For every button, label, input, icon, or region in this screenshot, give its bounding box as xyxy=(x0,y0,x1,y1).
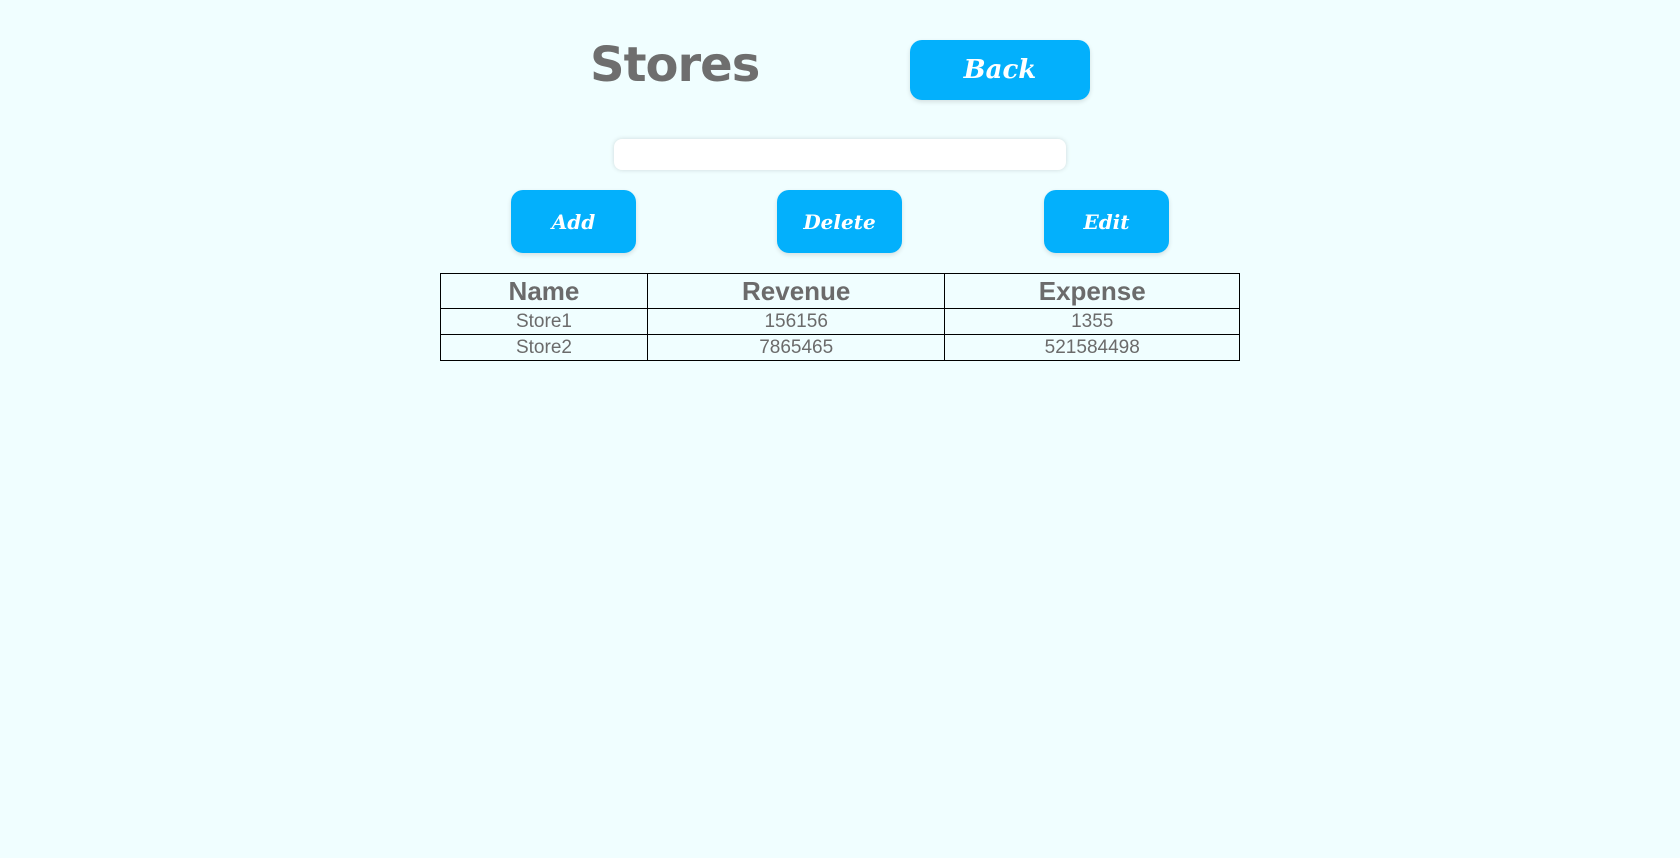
cell-name: Store1 xyxy=(440,308,648,335)
cell-revenue: 156156 xyxy=(646,308,946,335)
add-button[interactable]: Add xyxy=(511,190,636,253)
back-button[interactable]: Back xyxy=(910,40,1090,100)
search-input[interactable] xyxy=(614,139,1066,170)
column-header-revenue: Revenue xyxy=(646,273,946,309)
column-header-expense: Expense xyxy=(944,273,1240,309)
cell-expense: 1355 xyxy=(944,308,1240,335)
cell-revenue: 7865465 xyxy=(646,334,946,361)
page-title: Stores xyxy=(590,37,760,93)
stores-table: Name Revenue Expense Store1 156156 1355 … xyxy=(440,273,1240,361)
table-row[interactable]: Store2 7865465 521584498 xyxy=(440,334,1240,361)
column-header-name: Name xyxy=(440,273,648,309)
table-header-row: Name Revenue Expense xyxy=(440,273,1240,309)
cell-name: Store2 xyxy=(440,334,648,361)
edit-button[interactable]: Edit xyxy=(1044,190,1169,253)
delete-button[interactable]: Delete xyxy=(777,190,902,253)
cell-expense: 521584498 xyxy=(944,334,1240,361)
table-row[interactable]: Store1 156156 1355 xyxy=(440,308,1240,335)
